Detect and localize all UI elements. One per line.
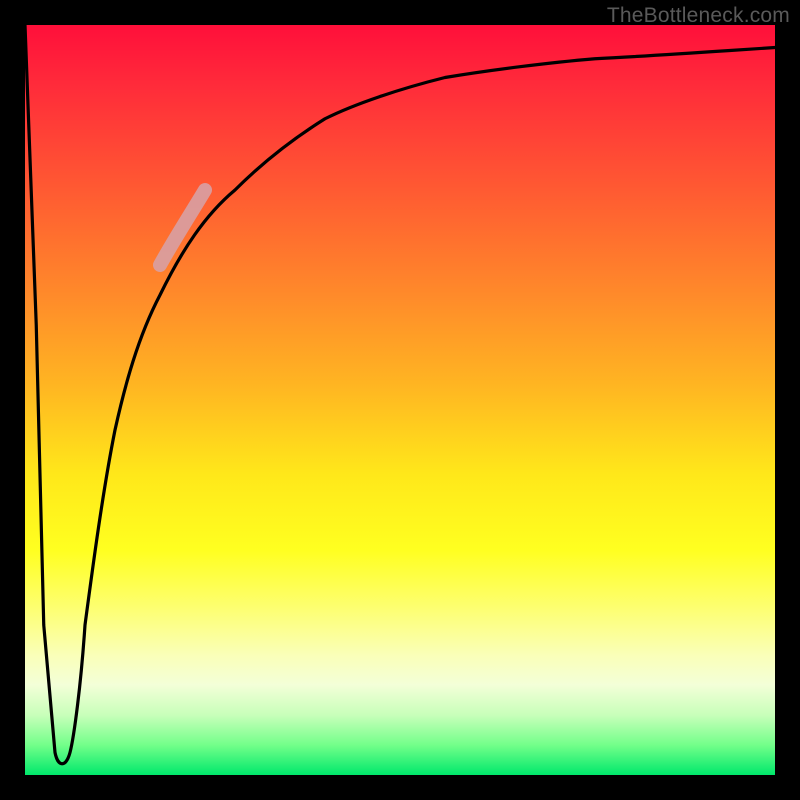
chart-frame: TheBottleneck.com — [0, 0, 800, 800]
watermark-text: TheBottleneck.com — [607, 4, 790, 28]
plot-area — [25, 25, 775, 775]
bottleneck-curve — [25, 25, 775, 764]
curve-layer — [25, 25, 775, 775]
